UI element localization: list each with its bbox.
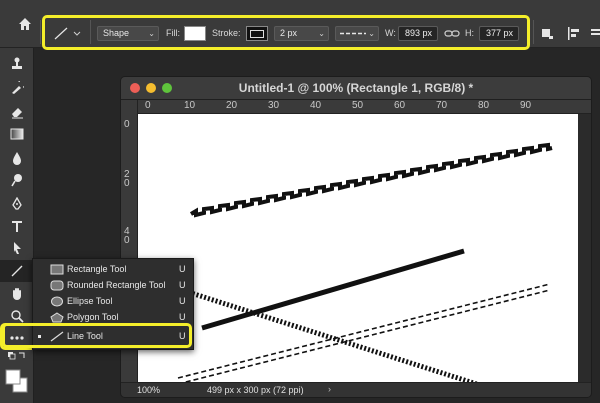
ellipse-icon bbox=[51, 296, 63, 307]
path-operations-icon[interactable] bbox=[540, 26, 556, 41]
ruler-tick: 30 bbox=[268, 100, 280, 111]
ruler-tick: 0 bbox=[124, 119, 130, 130]
ruler-tick: 90 bbox=[520, 100, 532, 111]
home-icon[interactable] bbox=[12, 11, 38, 37]
menu-item-shortcut: U bbox=[179, 312, 186, 322]
clone-stamp-tool-icon[interactable] bbox=[0, 54, 33, 74]
document-info: 499 px x 300 px (72 ppi) bbox=[207, 385, 304, 395]
rectangle-icon bbox=[50, 264, 64, 275]
canvas[interactable] bbox=[138, 114, 578, 397]
chevron-right-icon[interactable]: › bbox=[328, 384, 331, 394]
gradient-tool-icon[interactable] bbox=[0, 124, 33, 144]
menu-item-shortcut: U bbox=[179, 264, 186, 274]
zoom-level[interactable]: 100% bbox=[137, 385, 160, 395]
menu-item-label: Rectangle Tool bbox=[67, 264, 127, 274]
blur-tool-icon[interactable] bbox=[0, 148, 33, 168]
path-selection-tool-icon[interactable] bbox=[0, 238, 33, 258]
path-arrangement-icon[interactable] bbox=[589, 26, 600, 41]
menu-item-shortcut: U bbox=[179, 296, 186, 306]
menu-item-ellipse-tool[interactable]: Ellipse Tool U bbox=[33, 294, 193, 310]
path-alignment-icon[interactable] bbox=[566, 26, 582, 41]
menu-item-label: Polygon Tool bbox=[67, 312, 119, 322]
document-title: Untitled-1 @ 100% (Rectangle 1, RGB/8) * bbox=[238, 81, 474, 95]
menu-item-label: Ellipse Tool bbox=[67, 296, 113, 306]
polygon-icon bbox=[50, 312, 64, 323]
menu-item-rectangle-tool[interactable]: Rectangle Tool U bbox=[33, 262, 193, 278]
options-bar-highlight bbox=[42, 15, 530, 50]
line-tool-highlight bbox=[2, 323, 192, 348]
menu-item-shortcut: U bbox=[179, 280, 186, 290]
dodge-tool-icon[interactable] bbox=[0, 170, 33, 190]
ruler-tick: 80 bbox=[478, 100, 490, 111]
ruler-tick: 0 bbox=[145, 100, 151, 111]
type-tool-icon[interactable] bbox=[0, 216, 33, 236]
document-titlebar: Untitled-1 @ 100% (Rectangle 1, RGB/8) * bbox=[121, 77, 591, 100]
dashed-line-shape bbox=[177, 283, 551, 379]
solid-line-shape bbox=[201, 248, 465, 331]
menu-item-rounded-rectangle-tool[interactable]: Rounded Rectangle Tool U bbox=[33, 278, 193, 294]
zigzag-line-shape bbox=[189, 142, 553, 218]
rounded-rectangle-icon bbox=[50, 280, 64, 291]
pen-tool-icon[interactable] bbox=[0, 194, 33, 214]
history-brush-tool-icon[interactable] bbox=[0, 78, 33, 98]
line-tool-icon[interactable] bbox=[0, 260, 33, 282]
divider bbox=[533, 20, 534, 44]
ruler-tick: 60 bbox=[394, 100, 406, 111]
ruler-tick: 2 0 bbox=[124, 169, 130, 189]
hand-tool-icon[interactable] bbox=[0, 284, 33, 304]
status-bar: 100% 499 px x 300 px (72 ppi) › bbox=[121, 382, 591, 397]
ruler-tick: 50 bbox=[352, 100, 364, 111]
ruler-tick: 40 bbox=[310, 100, 322, 111]
foreground-background-colors[interactable] bbox=[5, 368, 29, 396]
swap-colors-icon[interactable] bbox=[0, 350, 33, 362]
ruler-tick: 4 0 bbox=[124, 226, 130, 246]
eraser-tool-icon[interactable] bbox=[0, 102, 33, 122]
canvas-artwork bbox=[165, 142, 553, 397]
ruler-tick: 20 bbox=[226, 100, 238, 111]
divider bbox=[40, 20, 41, 44]
ruler-horizontal[interactable]: 0 10 20 30 40 50 60 70 80 90 bbox=[137, 100, 591, 114]
ruler-tick: 10 bbox=[184, 100, 196, 111]
dashed-line-shape bbox=[177, 289, 551, 385]
menu-item-label: Rounded Rectangle Tool bbox=[67, 280, 166, 290]
ruler-tick: 70 bbox=[436, 100, 448, 111]
